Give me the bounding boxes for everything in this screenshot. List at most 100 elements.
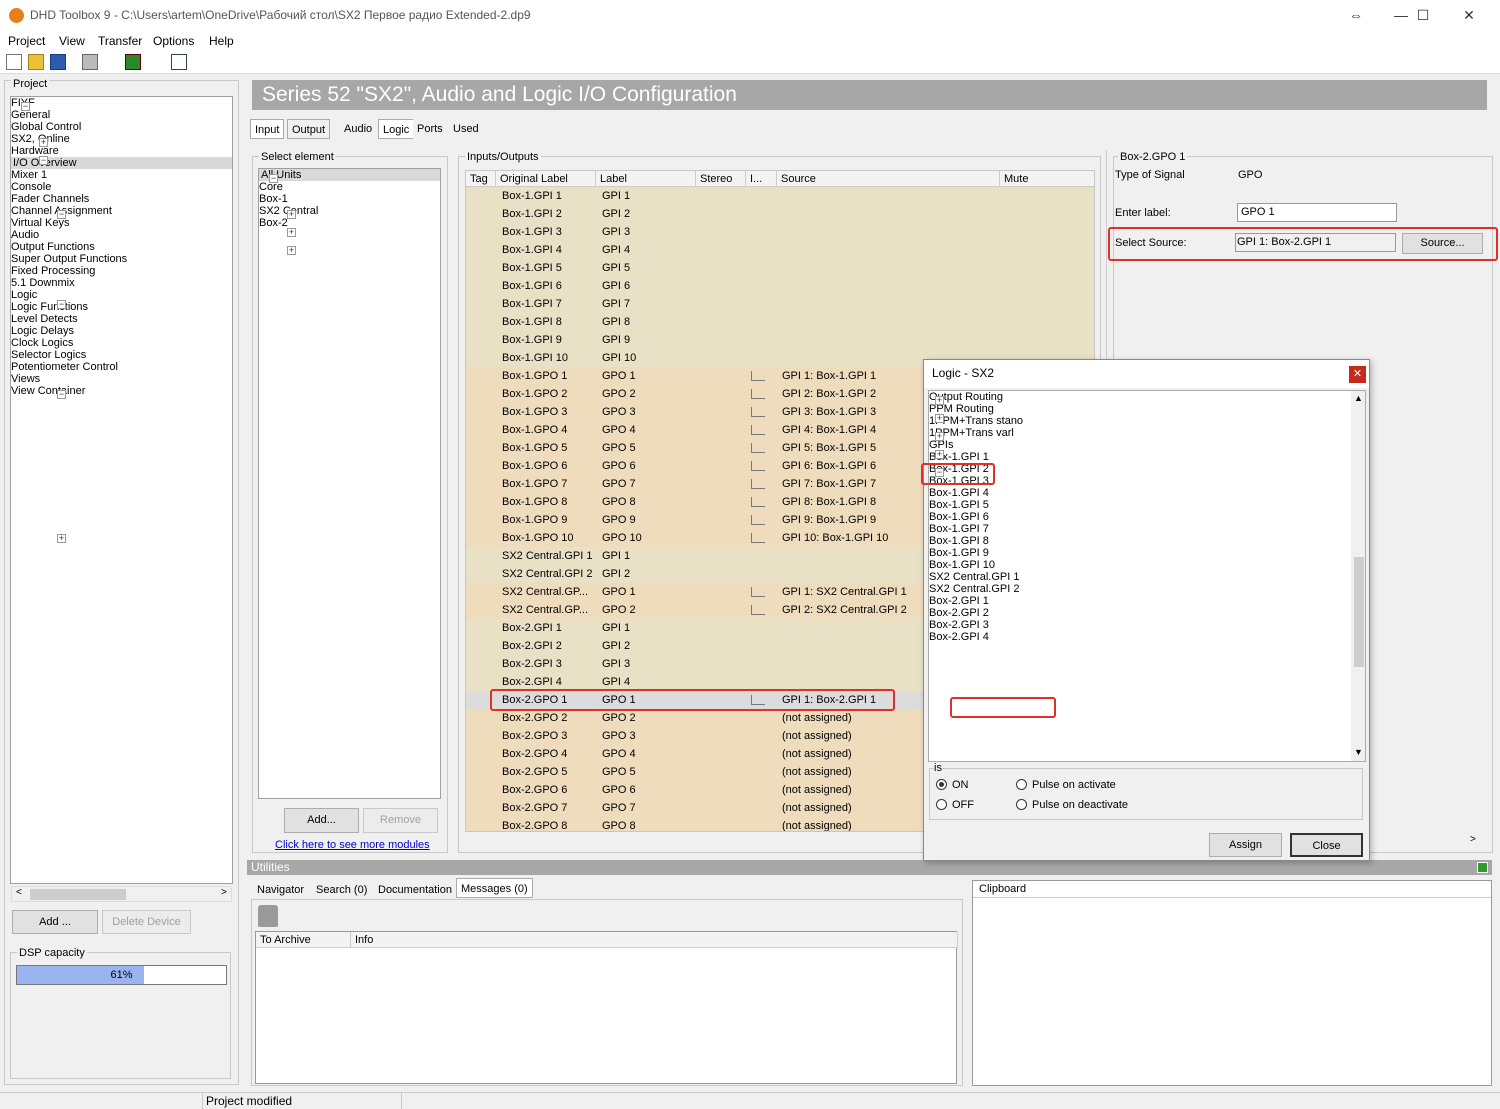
dialog-close-icon[interactable]: ✕ — [1349, 366, 1366, 383]
col-stereo[interactable]: Stereo — [696, 171, 746, 187]
tree-item[interactable]: Global Control — [11, 121, 232, 133]
project-tree-hscroll[interactable]: < > — [11, 886, 232, 902]
tree-item[interactable]: SX2 Central.GPI 1 — [929, 571, 1365, 583]
col-label[interactable]: Label — [596, 171, 696, 187]
tree-item[interactable]: Box-2.GPI 4 — [929, 631, 1365, 643]
tree-item[interactable]: Core — [259, 181, 440, 193]
radio-pulse-deactivate[interactable] — [1016, 799, 1027, 810]
menu-help[interactable]: Help — [209, 34, 234, 48]
assign-button[interactable]: Assign — [1209, 833, 1282, 857]
tree-item[interactable]: Box-1.GPI 8 — [929, 535, 1365, 547]
transfer-icon[interactable] — [125, 54, 141, 70]
util-tab-search[interactable]: Search (0) — [312, 880, 372, 900]
tree-item[interactable]: Logic Delays — [11, 325, 232, 337]
tree-item[interactable]: Fixed Processing — [11, 265, 232, 277]
tab-logic[interactable]: Logic — [378, 119, 415, 139]
tree-item[interactable]: Potentiometer Control — [11, 361, 232, 373]
tree-expander-icon[interactable]: + — [287, 246, 296, 255]
tree-item[interactable]: Logic — [11, 289, 232, 301]
tree-item[interactable]: Box-2.GPI 1 — [929, 595, 1365, 607]
remove-element-button[interactable]: Remove — [363, 808, 438, 833]
tree-item[interactable]: 1PPM+Trans varl — [929, 427, 1365, 439]
tree-expander-icon[interactable]: + — [287, 228, 296, 237]
tree-item[interactable]: Box-1.GPI 6 — [929, 511, 1365, 523]
tree-item[interactable]: Fader Channels — [11, 193, 232, 205]
tree-item[interactable]: Level Detects — [11, 313, 232, 325]
messages-table[interactable]: To Archive Info — [255, 931, 958, 1084]
tab-used[interactable]: Used — [449, 119, 483, 139]
tree-item[interactable]: General — [11, 109, 232, 121]
tree-expander-icon[interactable]: − — [57, 390, 66, 399]
tree-item[interactable]: Box-1.GPI 1 — [929, 451, 1365, 463]
close-window-button[interactable]: ✕ — [1446, 0, 1492, 31]
tree-item[interactable]: Box-1.GPI 10 — [929, 559, 1365, 571]
tree-item[interactable]: Box-1.GPI 4 — [929, 487, 1365, 499]
col-mute[interactable]: Mute — [1000, 171, 1094, 187]
col-source[interactable]: Source — [777, 171, 1000, 187]
element-tree[interactable]: − All Units Core + Box-1 + SX2 Central + Box-2 — [258, 168, 441, 799]
tree-item[interactable]: Box-2.GPI 3 — [929, 619, 1365, 631]
tab-input[interactable]: Input — [250, 119, 285, 139]
tree-expander-icon[interactable]: − — [21, 102, 30, 111]
tree-item[interactable]: 5.1 Downmix — [11, 277, 232, 289]
tab-ports[interactable]: Ports — [413, 119, 447, 139]
label-input[interactable]: GPO 1 — [1237, 203, 1397, 222]
menu-project[interactable]: Project — [8, 34, 45, 48]
table-row[interactable]: Box-1.GPI 1 GPI 1 — [466, 187, 1094, 205]
add-element-button[interactable]: Add... — [284, 808, 359, 833]
save-icon[interactable] — [50, 54, 66, 70]
utilities-toggle-icon[interactable] — [1477, 862, 1488, 873]
tree-item[interactable]: Box-1.GPI 9 — [929, 547, 1365, 559]
tree-item[interactable]: Box-1.GPI 5 — [929, 499, 1365, 511]
util-tab-navigator[interactable]: Navigator — [253, 880, 309, 900]
layout-icon[interactable] — [171, 54, 187, 70]
col-tag[interactable]: Tag — [466, 171, 496, 187]
table-row[interactable]: Box-1.GPI 8 GPI 8 — [466, 313, 1094, 331]
col-to-archive[interactable]: To Archive — [256, 932, 351, 948]
table-row[interactable]: Box-1.GPI 3 GPI 3 — [466, 223, 1094, 241]
menu-transfer[interactable]: Transfer — [98, 34, 142, 48]
tree-expander-icon[interactable]: − — [57, 210, 66, 219]
table-row[interactable]: Box-1.GPI 6 GPI 6 — [466, 277, 1094, 295]
tree-item[interactable]: Box-1 — [259, 193, 440, 205]
tree-item[interactable]: Super Output Functions — [11, 253, 232, 265]
col-original-label[interactable]: Original Label — [496, 171, 596, 187]
dialog-tree-vscroll[interactable]: ▲ ▼ — [1351, 391, 1365, 761]
tree-expander-icon[interactable]: + — [935, 414, 944, 423]
col-info[interactable]: Info — [351, 932, 958, 948]
tree-item[interactable]: Logic Functions — [11, 301, 232, 313]
tree-expander-icon[interactable]: + — [935, 396, 944, 405]
tree-item[interactable]: FIYF — [11, 97, 232, 109]
table-row[interactable]: Box-1.GPI 4 GPI 4 — [466, 241, 1094, 259]
tree-item[interactable]: Output Functions — [11, 241, 232, 253]
menu-options[interactable]: Options — [153, 34, 194, 48]
new-file-icon[interactable] — [6, 54, 22, 70]
tree-item[interactable]: All Units — [259, 169, 440, 181]
radio-on[interactable] — [936, 779, 947, 790]
tree-expander-icon[interactable]: + — [935, 432, 944, 441]
tree-expander-icon[interactable]: + — [39, 138, 48, 147]
tree-expander-icon[interactable]: − — [269, 174, 278, 183]
tree-item[interactable]: 1PPM+Trans stano — [929, 415, 1365, 427]
tree-item[interactable]: GPIs — [929, 439, 1365, 451]
table-row[interactable]: Box-1.GPI 9 GPI 9 — [466, 331, 1094, 349]
add-device-button[interactable]: Add ... — [12, 910, 98, 934]
radio-off[interactable] — [936, 799, 947, 810]
tree-item[interactable]: Selector Logics — [11, 349, 232, 361]
tree-expander-icon[interactable]: + — [287, 210, 296, 219]
maximize-button[interactable]: ☐ — [1400, 0, 1446, 31]
clipboard-panel[interactable]: Clipboard — [972, 880, 1492, 1086]
tree-item[interactable]: Clock Logics — [11, 337, 232, 349]
tree-expander-icon[interactable]: + — [935, 450, 944, 459]
restore-resize-icon[interactable]: ⇔ — [1333, 0, 1379, 31]
tree-item[interactable]: Box-2.GPI 2 — [929, 607, 1365, 619]
table-row[interactable]: Box-1.GPI 2 GPI 2 — [466, 205, 1094, 223]
menu-view[interactable]: View — [59, 34, 85, 48]
open-folder-icon[interactable] — [28, 54, 44, 70]
tab-audio[interactable]: Audio — [340, 119, 377, 139]
col-inv[interactable]: I... — [746, 171, 777, 187]
tree-item[interactable]: Box-1.GPI 7 — [929, 523, 1365, 535]
tree-expander-icon[interactable]: − — [57, 300, 66, 309]
more-modules-link[interactable]: Click here to see more modules — [275, 839, 430, 851]
tree-item[interactable]: PPM Routing — [929, 403, 1365, 415]
